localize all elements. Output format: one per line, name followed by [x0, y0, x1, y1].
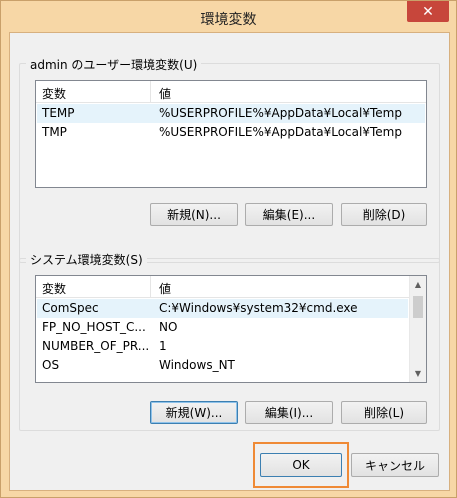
dialog-title: 環境変数: [200, 12, 257, 28]
vertical-scrollbar[interactable]: ▲ ▼: [409, 276, 426, 382]
variable-name: TEMP: [42, 106, 75, 120]
list-item[interactable]: OS Windows_NT: [37, 356, 408, 375]
user-new-button[interactable]: 新規(N)...: [150, 203, 238, 226]
list-item[interactable]: TEMP %USERPROFILE%¥AppData¥Local¥Temp: [37, 104, 425, 123]
system-edit-button[interactable]: 編集(I)...: [245, 401, 333, 424]
variable-value: C:¥Windows¥system32¥cmd.exe: [159, 301, 358, 315]
variable-name: OS: [42, 358, 60, 372]
user-variables-list[interactable]: 変数 値 TEMP %USERPROFILE%¥AppData¥Local¥Te…: [35, 80, 427, 188]
user-delete-button[interactable]: 削除(D): [341, 203, 427, 226]
system-new-button[interactable]: 新規(W)...: [150, 401, 238, 424]
column-header-variable[interactable]: 変数: [42, 85, 66, 102]
column-separator[interactable]: [150, 81, 151, 103]
close-button[interactable]: ✕: [407, 1, 449, 22]
ok-button[interactable]: OK: [260, 453, 342, 477]
column-header-value[interactable]: 値: [159, 280, 171, 297]
cancel-button[interactable]: キャンセル: [351, 453, 439, 477]
variable-value: %USERPROFILE%¥AppData¥Local¥Temp: [159, 125, 402, 139]
column-header-value[interactable]: 値: [159, 85, 171, 102]
list-item[interactable]: TMP %USERPROFILE%¥AppData¥Local¥Temp: [37, 123, 425, 142]
variable-name: NUMBER_OF_PR...: [42, 339, 150, 353]
user-variables-group-title: admin のユーザー環境変数(U): [26, 56, 202, 73]
variable-value: %USERPROFILE%¥AppData¥Local¥Temp: [159, 106, 402, 120]
dialog-client-area: admin のユーザー環境変数(U) 変数 値 TEMP %USERPROFIL…: [9, 32, 450, 491]
close-icon: ✕: [422, 3, 434, 20]
user-edit-button[interactable]: 編集(E)...: [245, 203, 333, 226]
column-header-variable[interactable]: 変数: [42, 280, 66, 297]
list-header: 変数 値: [36, 81, 426, 103]
variable-name: TMP: [42, 125, 67, 139]
scrollbar-thumb[interactable]: [413, 296, 423, 318]
variable-value: NO: [159, 320, 178, 334]
list-item[interactable]: ComSpec C:¥Windows¥system32¥cmd.exe: [37, 299, 408, 318]
variable-value: 1: [159, 339, 167, 353]
list-header: 変数 値: [36, 276, 426, 298]
variable-name: FP_NO_HOST_C...: [42, 320, 146, 334]
system-delete-button[interactable]: 削除(L): [341, 401, 427, 424]
list-item[interactable]: NUMBER_OF_PR... 1: [37, 337, 408, 356]
title-bar[interactable]: 環境変数 ✕: [1, 1, 456, 33]
variable-value: Windows_NT: [159, 358, 235, 372]
system-variables-group: システム環境変数(S) 変数 値 ComSpec C:¥Windows¥syst…: [19, 251, 440, 431]
column-separator[interactable]: [150, 276, 151, 298]
variable-name: ComSpec: [42, 301, 99, 315]
list-item[interactable]: FP_NO_HOST_C... NO: [37, 318, 408, 337]
system-variables-list[interactable]: 変数 値 ComSpec C:¥Windows¥system32¥cmd.exe…: [35, 275, 427, 383]
scroll-up-icon[interactable]: ▲: [410, 276, 426, 293]
environment-variables-dialog: 環境変数 ✕ admin のユーザー環境変数(U) 変数 値 TEMP %USE…: [0, 0, 457, 498]
user-variables-group: admin のユーザー環境変数(U) 変数 値 TEMP %USERPROFIL…: [19, 56, 440, 263]
system-variables-group-title: システム環境変数(S): [26, 251, 147, 268]
scroll-down-icon[interactable]: ▼: [410, 365, 426, 382]
